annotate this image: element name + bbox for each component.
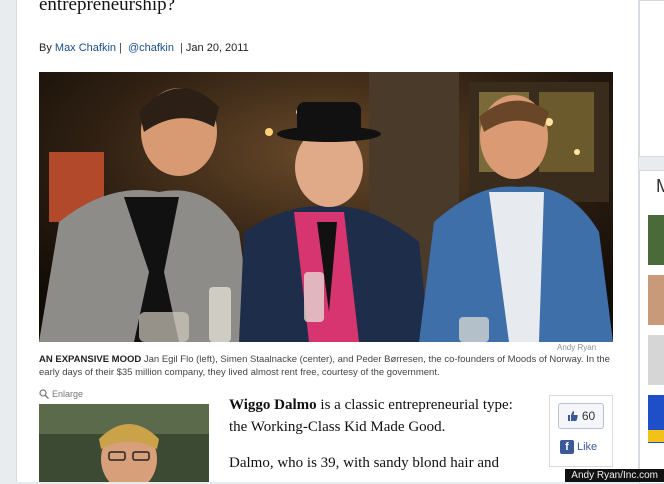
- sidebar-thumbnail[interactable]: [648, 335, 664, 385]
- facebook-icon: f: [560, 440, 574, 454]
- byline-separator: |: [180, 42, 183, 54]
- enlarge-link[interactable]: Enlarge: [39, 389, 83, 399]
- lead-name: Wiggo Dalmo: [229, 397, 317, 413]
- facebook-like-button[interactable]: f Like: [560, 439, 602, 455]
- article-headline: entrepreneurship?: [39, 0, 176, 15]
- sidebar-section-letter: M: [656, 176, 664, 196]
- byline-prefix: By: [39, 42, 52, 54]
- like-count-button[interactable]: 60: [558, 403, 604, 429]
- photo-caption: AN EXPANSIVE MOOD Jan Egil Flo (left), S…: [39, 353, 611, 379]
- twitter-handle-link[interactable]: @chafkin: [128, 42, 174, 54]
- enlarge-label: Enlarge: [52, 389, 84, 399]
- caption-kicker: AN EXPANSIVE MOOD: [39, 354, 142, 365]
- lead-paragraph: Wiggo Dalmo is a classic entrepreneurial…: [229, 394, 529, 438]
- like-count: 60: [581, 409, 596, 423]
- image-watermark: Andy Ryan/Inc.com: [565, 469, 664, 482]
- photo-illustration: [39, 72, 613, 342]
- inline-photo-illustration: [39, 404, 209, 482]
- byline-separator: |: [119, 42, 122, 54]
- photo-credit: Andy Ryan: [557, 343, 597, 352]
- sidebar-box-top: [639, 0, 664, 157]
- byline: By Max Chafkin | @chafkin | Jan 20, 2011: [39, 42, 249, 54]
- article-photo[interactable]: [39, 72, 613, 342]
- article-body: Wiggo Dalmo is a classic entrepreneurial…: [229, 394, 529, 482]
- magnifier-icon: [39, 389, 49, 399]
- sidebar-thumbnail-accent: [648, 430, 664, 442]
- second-paragraph: Dalmo, who is 39, with sandy blond hair …: [229, 455, 499, 471]
- like-label: Like: [577, 441, 598, 453]
- sidebar-thumbnail[interactable]: [648, 275, 664, 325]
- thumbs-up-icon: [567, 411, 578, 421]
- article-panel: entrepreneurship? By Max Chafkin | @chafk…: [16, 0, 639, 482]
- share-box: 60 f Like: [549, 395, 613, 467]
- inline-photo[interactable]: [39, 404, 209, 482]
- author-link[interactable]: Max Chafkin: [55, 42, 116, 54]
- publish-date: Jan 20, 2011: [185, 42, 249, 54]
- sidebar-thumbnail[interactable]: [648, 215, 664, 265]
